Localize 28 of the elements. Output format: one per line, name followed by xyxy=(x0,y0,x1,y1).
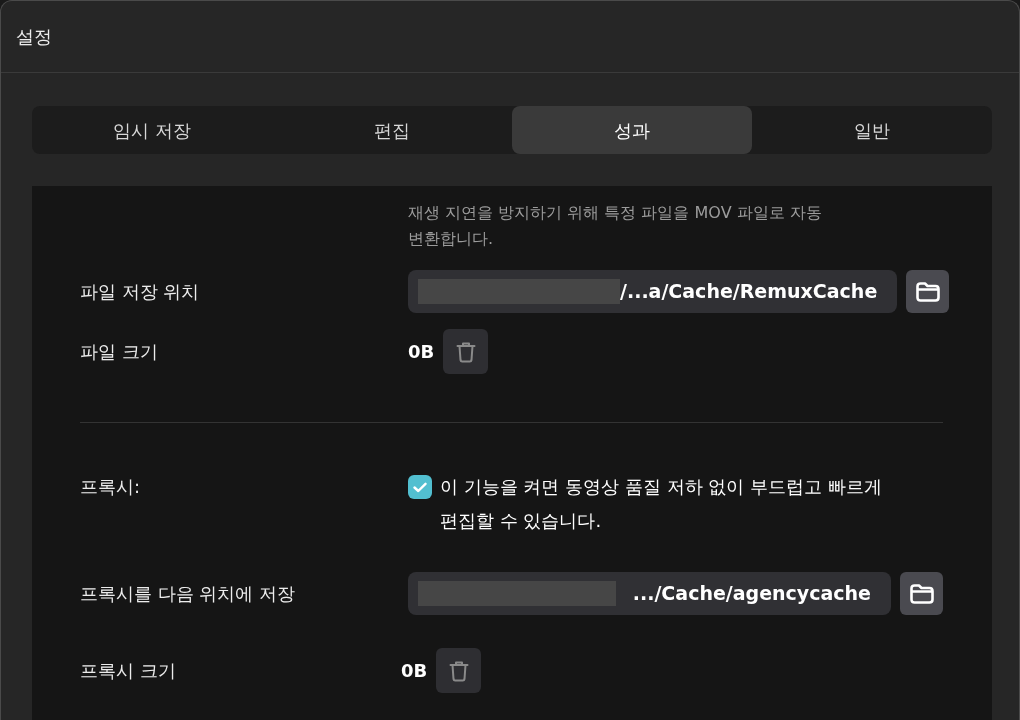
field-label: 프록시: xyxy=(80,475,142,499)
folder-button[interactable] xyxy=(900,572,943,615)
checkmark-icon xyxy=(413,481,427,493)
tab[interactable]: 일반 xyxy=(752,106,992,154)
path-field[interactable]: .../Cache/agencycache xyxy=(408,572,891,615)
folder-button[interactable] xyxy=(906,270,950,313)
checkbox-label: 이 기능을 켜면 동영상 품질 저하 없이 부드럽고 빠르게 편집할 수 있습니다. xyxy=(440,475,883,533)
tab[interactable]: 편집 xyxy=(272,106,512,154)
trash-button[interactable] xyxy=(436,648,482,693)
trash-icon xyxy=(455,340,476,363)
path-text: .../Cache/agencycache xyxy=(632,581,871,607)
field-label: 파일 크기 xyxy=(80,340,159,364)
path-text: /...a/Cache/RemuxCache xyxy=(620,279,878,305)
path-field[interactable]: /...a/Cache/RemuxCache xyxy=(408,270,898,313)
tab[interactable]: 임시 저장 xyxy=(32,106,272,154)
window-title: 설정 xyxy=(16,25,52,49)
description-text: 재생 지연을 방지하기 위해 특정 파일을 MOV 파일로 자동 변환합니다. xyxy=(408,202,823,250)
tab[interactable]: 성과 xyxy=(512,106,752,154)
checkbox[interactable] xyxy=(408,475,432,499)
field-label: 프록시 크기 xyxy=(80,659,177,683)
folder-icon xyxy=(914,280,941,303)
folder-icon xyxy=(908,582,935,605)
field-label: 파일 저장 위치 xyxy=(80,280,201,304)
trash-icon xyxy=(448,659,469,682)
size-value: 0B xyxy=(408,340,435,364)
size-value: 0B xyxy=(401,659,428,683)
trash-button[interactable] xyxy=(443,329,489,374)
field-label: 프록시를 다음 위치에 저장 xyxy=(80,582,297,606)
